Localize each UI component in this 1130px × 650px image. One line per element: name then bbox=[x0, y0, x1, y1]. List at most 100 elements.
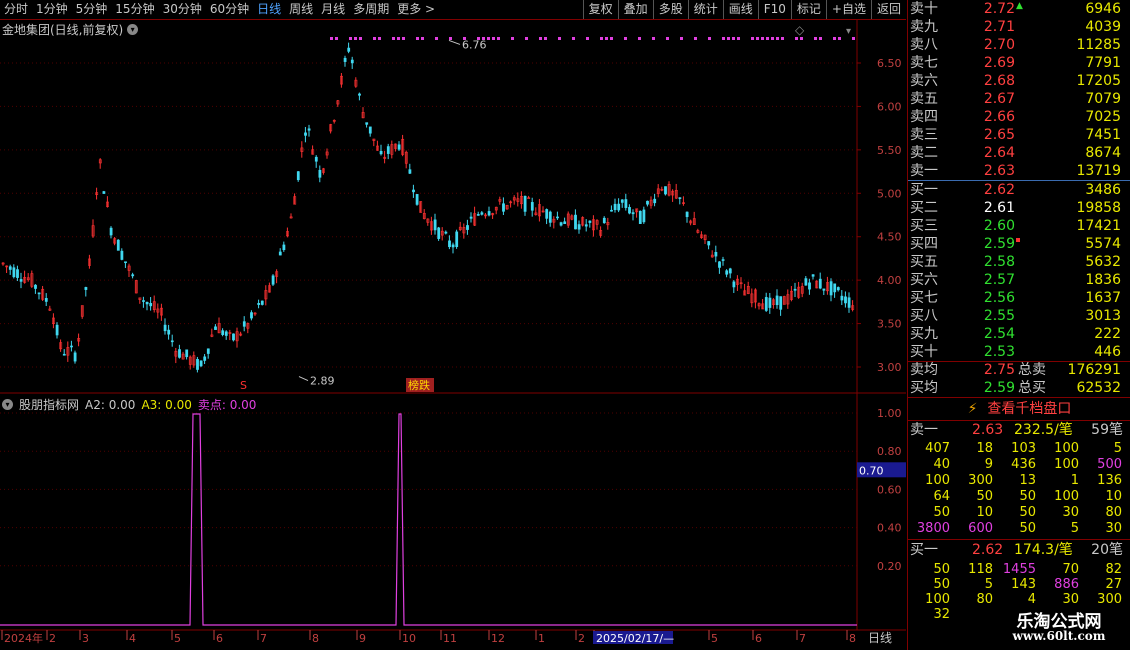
period-tab-9[interactable]: 多周期 bbox=[349, 0, 393, 19]
ask-row: 卖八 2.70 11285 bbox=[908, 36, 1130, 54]
queue-cell: 600 bbox=[968, 521, 993, 536]
signal-dot bbox=[819, 37, 822, 40]
toolbar-action-8[interactable]: 返回 bbox=[870, 0, 906, 19]
bid-row: 买五 2.58 5632 bbox=[908, 253, 1130, 271]
candle-body bbox=[628, 207, 631, 214]
signal-dot bbox=[572, 37, 575, 40]
toolbar-action-3[interactable]: 统计 bbox=[687, 0, 723, 19]
bid-total: 62532 bbox=[1076, 380, 1121, 396]
bid-volume: 5574 bbox=[1085, 236, 1121, 252]
ask-volume: 7079 bbox=[1085, 91, 1121, 107]
signal-dot bbox=[833, 37, 836, 40]
candle-body bbox=[116, 239, 120, 251]
queue-cell: 10 bbox=[1105, 489, 1122, 504]
toolbar-action-4[interactable]: 画线 bbox=[722, 0, 758, 19]
period-tab-5[interactable]: 60分钟 bbox=[206, 0, 253, 19]
bid-price: 2.61 bbox=[983, 200, 1015, 216]
queue-cell: 13 bbox=[1019, 473, 1036, 488]
ask-label: 卖九 bbox=[910, 19, 938, 35]
xaxis-label: 11 bbox=[443, 632, 457, 645]
period-tab-6[interactable]: 日线 bbox=[253, 0, 285, 19]
qianda-button[interactable]: ⚡ 查看千档盘口 bbox=[908, 398, 1130, 420]
candle-body bbox=[664, 186, 667, 195]
candle-body bbox=[109, 227, 113, 236]
period-tab-8[interactable]: 月线 bbox=[317, 0, 349, 19]
toolbar-action-5[interactable]: F10 bbox=[757, 0, 791, 19]
ask-label: 卖一 bbox=[910, 163, 938, 179]
signal-dot bbox=[624, 37, 627, 40]
ask-label: 卖二 bbox=[910, 145, 938, 161]
bid-average-row: 买均 2.59 总买 62532 bbox=[908, 379, 1130, 397]
signal-dot bbox=[666, 37, 669, 40]
period-tab-0[interactable]: 分时 bbox=[0, 0, 32, 19]
candle-body bbox=[296, 171, 300, 181]
candle-body bbox=[836, 287, 840, 291]
xaxis-label: 1 bbox=[538, 632, 545, 645]
xaxis-label: 7 bbox=[799, 632, 806, 645]
candle-body bbox=[732, 281, 736, 288]
bid-volume: 1637 bbox=[1085, 290, 1121, 306]
queue-cell: 3800 bbox=[916, 521, 950, 536]
candle-body bbox=[368, 126, 372, 134]
candle-body bbox=[408, 169, 412, 174]
candle-body bbox=[502, 203, 505, 212]
candle-body bbox=[718, 261, 721, 268]
candle-body bbox=[728, 268, 732, 274]
candle-body bbox=[602, 217, 606, 224]
chevron-down-icon[interactable]: ▾ bbox=[127, 24, 139, 35]
candle-body bbox=[620, 199, 624, 203]
chevron-down-icon[interactable]: ▾ bbox=[2, 399, 13, 410]
ask-label: 卖八 bbox=[910, 37, 938, 53]
signal-dot bbox=[708, 37, 711, 40]
xaxis-label: 2 bbox=[49, 632, 56, 645]
candle-body bbox=[365, 122, 369, 125]
signal-dot bbox=[487, 37, 490, 40]
ask-row: 卖六 2.68 17205 bbox=[908, 72, 1130, 90]
bid-price: 2.62 bbox=[983, 182, 1015, 198]
period-tab-4[interactable]: 30分钟 bbox=[159, 0, 206, 19]
period-toolbar: 分时 1分钟 5分钟 15分钟 30分钟 60分钟 日线 周线 月线 多周期 更多 > 复权 叠加 多股统… bbox=[0, 0, 906, 20]
indicator-name[interactable]: 股朋指标网 bbox=[19, 396, 79, 413]
ask-price: 2.67 bbox=[983, 91, 1015, 107]
period-tab-7[interactable]: 周线 bbox=[285, 0, 317, 19]
candle-body bbox=[847, 297, 851, 308]
toolbar-action-6[interactable]: 标记 bbox=[790, 0, 826, 19]
period-tab-1[interactable]: 1分钟 bbox=[32, 0, 72, 19]
period-tab-3[interactable]: 15分钟 bbox=[111, 0, 158, 19]
bid-price: 2.58 bbox=[983, 254, 1015, 270]
indicator-sell: 卖点: 0.00 bbox=[197, 398, 257, 412]
candle-body bbox=[8, 266, 12, 270]
candle-body bbox=[444, 231, 448, 234]
candle-body bbox=[779, 296, 783, 310]
candle-body bbox=[397, 144, 401, 150]
bid-price: 2.56 bbox=[983, 290, 1015, 306]
candle-body bbox=[199, 360, 203, 367]
candle-body bbox=[653, 198, 657, 204]
queue-cell: 40 bbox=[933, 457, 950, 472]
signal-dot bbox=[492, 37, 495, 40]
candle-body bbox=[584, 224, 588, 227]
candle-body bbox=[232, 333, 235, 341]
toolbar-action-7[interactable]: +自选 bbox=[825, 0, 871, 19]
xaxis-label: 10 bbox=[402, 632, 416, 645]
queue-cell: 1 bbox=[1070, 473, 1079, 488]
candle-body bbox=[707, 241, 711, 246]
buy1_detail-detail-label: 买一 bbox=[910, 542, 938, 558]
bid-label: 买五 bbox=[910, 254, 938, 270]
period-tab-10[interactable]: 更多 > bbox=[393, 0, 439, 19]
low-price-label: 2.89 bbox=[310, 375, 335, 388]
candle-body bbox=[12, 267, 16, 278]
signal-dot bbox=[722, 37, 725, 40]
candle-body bbox=[55, 324, 59, 336]
period-tab-2[interactable]: 5分钟 bbox=[72, 0, 112, 19]
ask-row: 卖九 2.71 4039 bbox=[908, 18, 1130, 36]
bid-volume: 5632 bbox=[1085, 254, 1121, 270]
indicator-bar: ▾ 股朋指标网 A2: 0.00 A3: 0.00 卖点: 0.00 bbox=[2, 396, 256, 413]
kline-chart-area[interactable]: 6.50 6.00 5.50 5.00 4.50 4.00 3.50 3.00 6.76 2.89… bbox=[0, 20, 906, 650]
toolbar-action-1[interactable]: 叠加 bbox=[617, 0, 653, 19]
toolbar-action-0[interactable]: 复权 bbox=[582, 0, 618, 19]
candle-body bbox=[142, 300, 145, 302]
toolbar-action-2[interactable]: 多股 bbox=[652, 0, 688, 19]
signal-dot bbox=[421, 37, 424, 40]
signal-dot bbox=[776, 37, 779, 40]
